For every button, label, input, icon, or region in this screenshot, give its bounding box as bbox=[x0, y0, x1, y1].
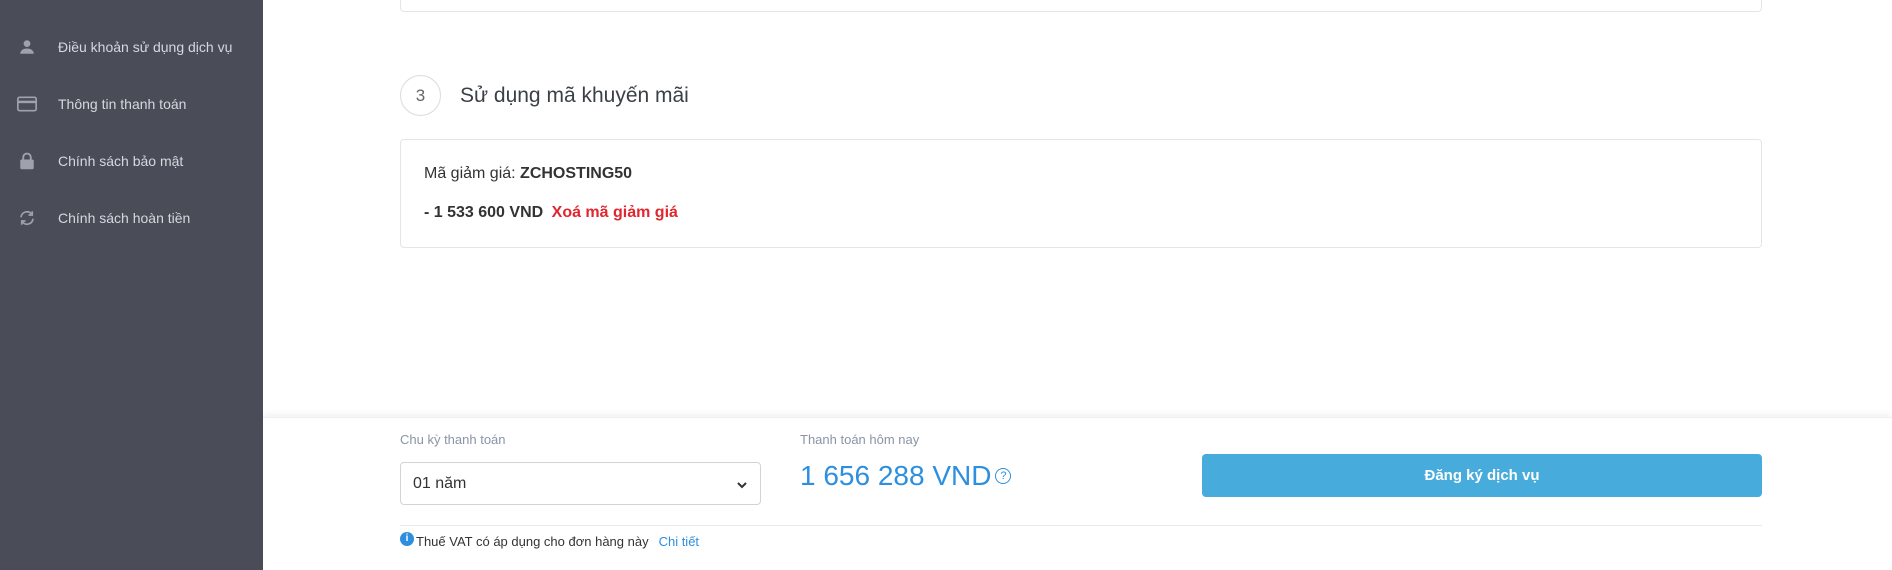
register-service-label: Đăng ký dịch vụ bbox=[1424, 467, 1540, 484]
billing-cycle-label: Chu kỳ thanh toán bbox=[400, 432, 506, 447]
promo-step-header: 3 Sử dụng mã khuyến mãi bbox=[400, 75, 689, 116]
billing-cycle-select[interactable]: 01 năm bbox=[400, 462, 761, 505]
section-title: Sử dụng mã khuyến mãi bbox=[460, 83, 689, 107]
sidebar-item-privacy[interactable]: Chính sách bảo mật bbox=[0, 141, 263, 181]
sidebar-item-label: Chính sách bảo mật bbox=[58, 153, 184, 169]
sidebar-item-terms[interactable]: Điều khoản sử dụng dịch vụ bbox=[0, 27, 263, 67]
vat-note: i Thuế VAT có áp dụng cho đơn hàng này C… bbox=[400, 531, 699, 549]
billing-cycle-value: 01 năm bbox=[413, 474, 467, 492]
credit-card-icon bbox=[17, 94, 37, 114]
lock-icon bbox=[17, 151, 37, 171]
info-icon: i bbox=[400, 531, 414, 546]
pay-today-amount: 1 656 288 VND bbox=[800, 460, 992, 491]
step-number-badge: 3 bbox=[400, 75, 441, 116]
user-icon bbox=[17, 37, 37, 57]
help-icon[interactable]: ? bbox=[995, 468, 1012, 484]
pay-today-label: Thanh toán hôm nay bbox=[800, 432, 920, 447]
refresh-icon bbox=[17, 208, 37, 228]
remove-promo-link[interactable]: Xoá mã giảm giá bbox=[552, 204, 678, 221]
footer-divider bbox=[400, 525, 1762, 526]
promo-discount-line: - 1 533 600 VND Xoá mã giảm giá bbox=[424, 204, 678, 222]
sidebar-item-refund[interactable]: Chính sách hoàn tiền bbox=[0, 198, 263, 238]
pay-today-total: 1 656 288 VND ? bbox=[800, 460, 1012, 492]
discount-amount: - 1 533 600 VND bbox=[424, 204, 544, 221]
previous-section-card bbox=[400, 0, 1762, 12]
sidebar-item-label: Chính sách hoàn tiền bbox=[58, 210, 191, 226]
register-service-button[interactable]: Đăng ký dịch vụ bbox=[1202, 454, 1762, 497]
promo-code-label: Mã giảm giá: bbox=[424, 165, 516, 182]
promo-code-line: Mã giảm giá: ZCHOSTING50 bbox=[424, 165, 632, 183]
chevron-down-icon bbox=[736, 478, 748, 490]
sidebar: Điều khoản sử dụng dịch vụ Thông tin tha… bbox=[0, 0, 263, 570]
vat-details-link[interactable]: Chi tiết bbox=[659, 534, 699, 549]
promo-code-value: ZCHOSTING50 bbox=[520, 165, 633, 182]
sidebar-item-payment-info[interactable]: Thông tin thanh toán bbox=[0, 84, 263, 124]
sidebar-item-label: Điều khoản sử dụng dịch vụ bbox=[58, 39, 233, 55]
vat-note-text: Thuế VAT có áp dụng cho đơn hàng này bbox=[416, 534, 649, 549]
checkout-footer: Chu kỳ thanh toán 01 năm Thanh toán hôm … bbox=[263, 417, 1892, 570]
promo-card: Mã giảm giá: ZCHOSTING50 - 1 533 600 VND… bbox=[400, 139, 1762, 248]
sidebar-item-label: Thông tin thanh toán bbox=[58, 96, 187, 112]
